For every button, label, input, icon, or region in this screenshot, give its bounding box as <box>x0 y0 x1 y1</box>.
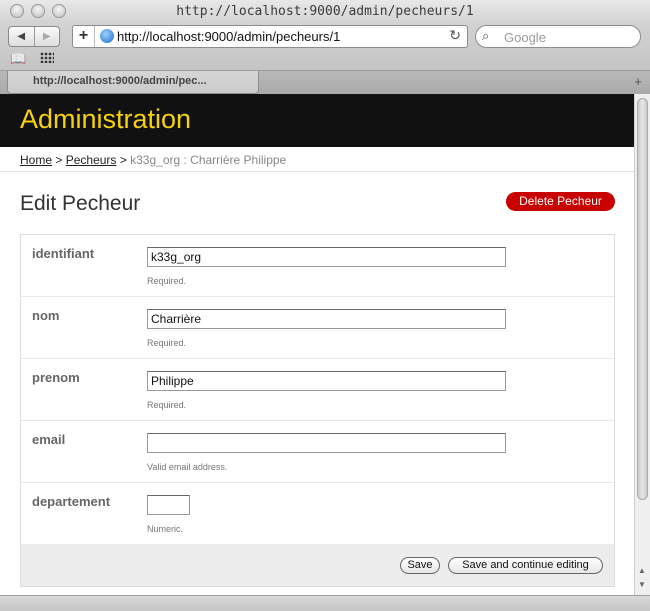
tab-active[interactable]: http://localhost:9000/admin/pec... <box>7 71 259 94</box>
email-input[interactable] <box>147 433 506 453</box>
vertical-scrollbar[interactable]: ▲ ▼ <box>634 94 650 595</box>
add-bookmark-button[interactable]: + <box>73 26 95 47</box>
top-sites-grid-icon[interactable] <box>40 52 54 63</box>
field-label: departement <box>32 494 111 509</box>
scroll-down-arrow[interactable]: ▼ <box>638 580 646 589</box>
admin-title: Administration <box>20 104 192 134</box>
save-button[interactable]: Save <box>400 557 440 574</box>
breadcrumb-separator: > <box>119 153 127 167</box>
page-title: Edit Pecheur <box>20 192 141 215</box>
save-and-continue-button[interactable]: Save and continue editing <box>448 557 603 574</box>
field-label: nom <box>32 308 60 323</box>
identifiant-input[interactable] <box>147 247 506 267</box>
field-label: prenom <box>32 370 80 385</box>
edit-form: identifiant Required. nom Required. pren… <box>20 234 615 587</box>
form-actions: Save Save and continue editing <box>21 545 614 586</box>
search-placeholder: Google <box>504 30 546 45</box>
back-button[interactable]: ◀ <box>9 27 34 46</box>
search-icon: ⌕ <box>482 28 490 43</box>
browser-toolbar: ◀ ▶ + http://localhost:9000/admin/pecheu… <box>0 23 650 70</box>
form-row-email: email Valid email address. <box>21 421 614 483</box>
address-bar[interactable]: + http://localhost:9000/admin/pecheurs/1… <box>72 25 468 48</box>
url-text[interactable]: http://localhost:9000/admin/pecheurs/1 <box>117 29 340 44</box>
field-label: identifiant <box>32 246 95 261</box>
reload-icon[interactable]: ↻ <box>449 27 461 44</box>
departement-input[interactable] <box>147 495 190 515</box>
help-text: Required. <box>147 338 187 348</box>
breadcrumb-home-link[interactable]: Home <box>20 153 52 167</box>
nom-input[interactable] <box>147 309 506 329</box>
tab-bar: http://localhost:9000/admin/pec... + <box>0 70 650 94</box>
window-title: http://localhost:9000/admin/pecheurs/1 <box>176 4 474 19</box>
prenom-input[interactable] <box>147 371 506 391</box>
window-titlebar: http://localhost:9000/admin/pecheurs/1 <box>0 0 650 23</box>
breadcrumb-current: k33g_org : Charrière Philippe <box>130 153 287 167</box>
new-tab-button[interactable]: + <box>634 74 642 89</box>
nav-buttons: ◀ ▶ <box>8 26 60 47</box>
form-row-departement: departement Numeric. <box>21 483 614 545</box>
tab-label: http://localhost:9000/admin/pec... <box>33 75 207 87</box>
globe-icon <box>100 29 114 43</box>
delete-pecheur-button[interactable]: Delete Pecheur <box>506 192 615 211</box>
form-row-identifiant: identifiant Required. <box>21 235 614 297</box>
breadcrumb-pecheurs-link[interactable]: Pecheurs <box>66 153 117 167</box>
bookmarks-icon[interactable]: 📖 <box>10 51 26 67</box>
form-row-prenom: prenom Required. <box>21 359 614 421</box>
page-viewport: Administration Home > Pecheurs > k33g_or… <box>0 94 634 595</box>
status-bar <box>0 595 650 611</box>
help-text: Required. <box>147 276 187 286</box>
admin-header: Administration <box>0 94 634 147</box>
form-row-nom: nom Required. <box>21 297 614 359</box>
breadcrumb: Home > Pecheurs > k33g_org : Charrière P… <box>0 147 634 172</box>
help-text: Valid email address. <box>147 462 228 472</box>
breadcrumb-separator: > <box>55 153 63 167</box>
scrollbar-thumb[interactable] <box>637 98 648 500</box>
search-field[interactable]: ⌕ Google <box>475 25 641 48</box>
scroll-up-arrow[interactable]: ▲ <box>638 566 646 575</box>
help-text: Numeric. <box>147 524 184 534</box>
forward-button[interactable]: ▶ <box>33 27 60 46</box>
help-text: Required. <box>147 400 187 410</box>
field-label: email <box>32 432 66 447</box>
